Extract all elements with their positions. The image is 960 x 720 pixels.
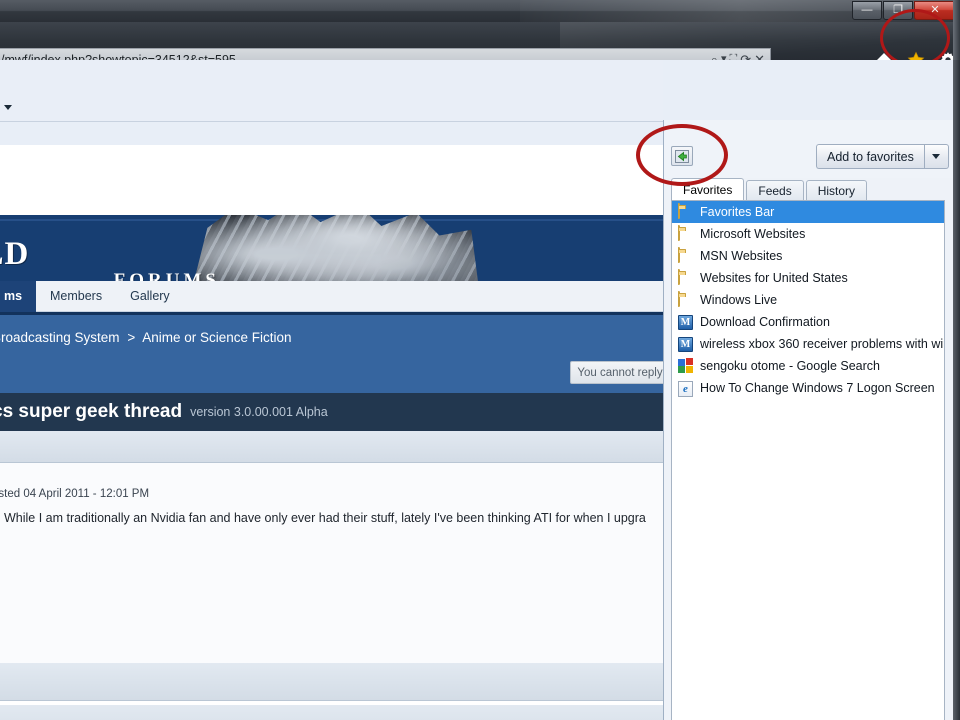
post-header-2 — [0, 705, 663, 720]
banner-artwork-image — [190, 215, 480, 281]
window-title-bar: — ❐ ✕ — [0, 0, 960, 22]
list-item-label: Websites for United States — [700, 271, 848, 285]
breadcrumb-current-link[interactable]: Anime or Science Fiction — [142, 330, 291, 345]
post-footer-band-1 — [0, 663, 663, 701]
folder-icon — [678, 269, 694, 286]
list-item[interactable]: Favorites Bar — [672, 201, 944, 223]
restore-icon: ❐ — [893, 4, 903, 16]
list-item[interactable]: e How To Change Windows 7 Logon Screen — [672, 377, 944, 399]
favorites-bar-item[interactable]: y — [0, 100, 12, 114]
breadcrumb: Broadcasting System > Anime or Science F… — [0, 330, 292, 345]
breadcrumb-band: Broadcasting System > Anime or Science F… — [0, 312, 663, 393]
pin-left-arrow-icon — [675, 149, 689, 163]
close-icon: ✕ — [930, 4, 940, 16]
nav-link-members[interactable]: Members — [36, 289, 116, 303]
favorites-panel-tabs: Favorites Feeds History — [671, 178, 869, 200]
tab-feeds[interactable]: Feeds — [746, 180, 804, 200]
add-to-favorites-group: Add to favorites — [816, 144, 949, 169]
cannot-reply-label: You cannot reply — [577, 366, 663, 379]
breadcrumb-parent-link[interactable]: Broadcasting System — [0, 330, 120, 345]
list-item-label: Favorites Bar — [700, 205, 775, 219]
site-logo-line2: S WORLD — [0, 236, 30, 272]
add-to-favorites-dropdown-button[interactable] — [923, 144, 949, 169]
chevron-down-icon — [4, 104, 12, 110]
list-item-label: How To Change Windows 7 Logon Screen — [700, 381, 935, 395]
browser-content-area: y M'S S WORLD — [0, 60, 960, 720]
favorites-bar: y — [0, 60, 663, 122]
list-item[interactable]: Microsoft Websites — [672, 223, 944, 245]
thread-title-band: cs super geek thread version 3.0.00.001 … — [0, 393, 663, 431]
list-item[interactable]: M wireless xbox 360 receiver problems wi… — [672, 333, 944, 355]
nav-link-gallery[interactable]: Gallery — [116, 289, 184, 303]
post-timestamp-1: osted 04 April 2011 - 12:01 PM — [0, 488, 150, 500]
post-text-1: While I am traditionally an Nvidia fan a… — [4, 511, 646, 525]
ie-page-icon: e — [678, 380, 694, 397]
post-header-1 — [0, 431, 663, 463]
m-site-icon: M — [678, 314, 694, 330]
list-item[interactable]: Websites for United States — [672, 267, 944, 289]
list-item-label: MSN Websites — [700, 249, 783, 263]
close-button[interactable]: ✕ — [914, 1, 956, 20]
list-item[interactable]: Windows Live — [672, 289, 944, 311]
thread-version-label: version 3.0.00.001 Alpha — [190, 405, 328, 419]
site-logo-line1: M'S — [0, 223, 228, 239]
window-controls: — ❐ ✕ — [851, 1, 956, 20]
window-right-edge-top — [953, 0, 960, 60]
tab-feeds-label: Feeds — [758, 183, 792, 198]
pin-favorites-center-button[interactable] — [671, 146, 693, 166]
window-right-edge — [953, 60, 960, 720]
minimize-icon: — — [861, 4, 873, 16]
list-item-label: Microsoft Websites — [700, 227, 806, 241]
tab-favorites-label: Favorites — [683, 182, 733, 197]
web-page: M'S S WORLD FORUMS ms Members Gallery Br… — [0, 145, 663, 720]
add-to-favorites-label: Add to favorites — [827, 149, 914, 164]
site-navigation: ms Members Gallery — [0, 280, 663, 312]
favorites-list: Favorites Bar Microsoft Websites MSN Web… — [671, 200, 945, 720]
post-body-1: osted 04 April 2011 - 12:01 PM While I a… — [0, 463, 663, 686]
tab-favorites[interactable]: Favorites — [671, 178, 745, 200]
favorites-center-panel: Add to favorites Favorites Feeds History… — [663, 120, 953, 720]
list-item-label: Download Confirmation — [700, 315, 830, 329]
m-site-icon: M — [678, 336, 694, 352]
folder-icon — [678, 247, 694, 264]
list-item[interactable]: MSN Websites — [672, 245, 944, 267]
tab-history-label: History — [817, 183, 856, 198]
nav-tab-forums-label: ms — [4, 289, 23, 303]
cannot-reply-button: You cannot reply — [570, 361, 663, 384]
restore-button[interactable]: ❐ — [883, 1, 913, 20]
list-item-label: sengoku otome - Google Search — [700, 359, 880, 373]
folder-icon — [678, 291, 694, 308]
google-icon — [678, 358, 694, 374]
list-item[interactable]: M Download Confirmation — [672, 311, 944, 333]
chevron-down-icon — [932, 154, 941, 159]
breadcrumb-separator: > — [127, 330, 136, 345]
minimize-button[interactable]: — — [852, 1, 882, 20]
add-to-favorites-button[interactable]: Add to favorites — [816, 144, 924, 169]
breadcrumb-top-divider — [0, 312, 663, 315]
browser-toolbar: /mwf/index.php?showtopic=34512&st=595 ⌕ … — [0, 22, 960, 71]
nav-tab-forums[interactable]: ms — [0, 280, 36, 312]
tab-history[interactable]: History — [805, 180, 868, 200]
thread-title: cs super geek thread — [0, 401, 183, 422]
folder-icon — [678, 225, 694, 242]
list-item-label: Windows Live — [700, 293, 778, 307]
list-item-label: wireless xbox 360 receiver problems with… — [700, 337, 944, 351]
folder-icon — [678, 203, 694, 220]
list-item[interactable]: sengoku otome - Google Search — [672, 355, 944, 377]
